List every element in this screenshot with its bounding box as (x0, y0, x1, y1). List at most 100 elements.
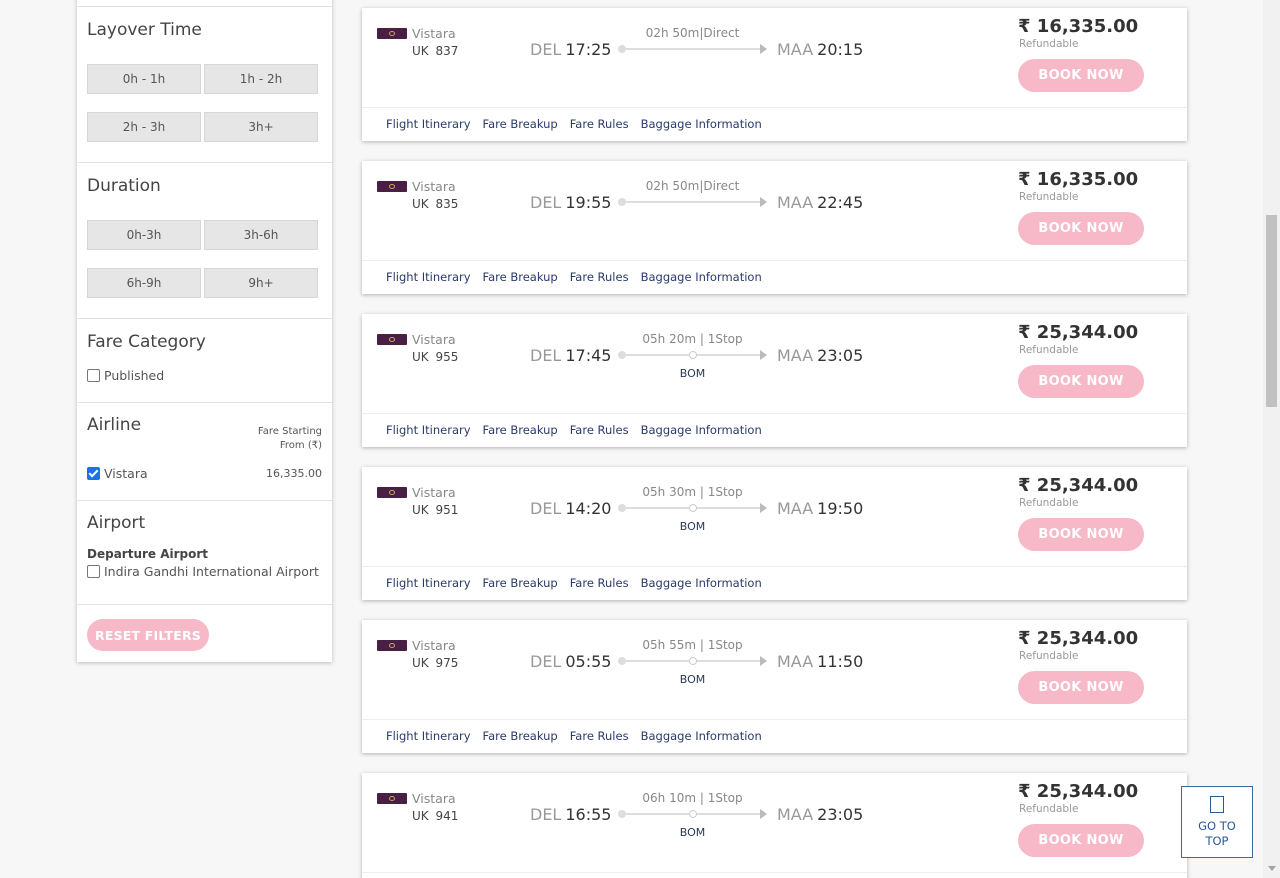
layover-title: Layover Time (87, 20, 202, 40)
duration-0-3-chip[interactable]: 0h-3h (87, 220, 201, 250)
departure: DEL 17:25 (530, 40, 611, 59)
refundable-label: Refundable (1019, 803, 1079, 815)
scroll-down-arrow-icon[interactable] (1268, 866, 1276, 871)
book-now-button[interactable]: BOOK NOW (1018, 671, 1144, 704)
arrival: MAA 23:05 (777, 346, 863, 365)
fare-price: ₹ 16,335.00 (1018, 169, 1139, 190)
departure-code: DEL (530, 346, 562, 365)
published-option[interactable]: Published (87, 368, 164, 383)
go-to-top-button[interactable]: GO TO TOP (1181, 786, 1253, 858)
reset-filters-button[interactable]: RESET FILTERS (87, 619, 209, 651)
fare-price: ₹ 25,344.00 (1018, 628, 1139, 649)
layover-2-3-chip[interactable]: 2h - 3h (87, 112, 201, 142)
reset-section: RESET FILTERS (77, 604, 332, 662)
book-now-button[interactable]: BOOK NOW (1018, 59, 1144, 92)
card-divider (362, 566, 1187, 567)
duration-9plus-chip[interactable]: 9h+ (204, 268, 318, 298)
route-line (618, 656, 767, 666)
card-link-fare-rules[interactable]: Fare Rules (570, 576, 629, 590)
stopover-airport: BOM (679, 826, 706, 839)
airline-name: Vistara (412, 638, 456, 653)
flight-number: UK 975 (412, 656, 459, 670)
layover-3plus-chip[interactable]: 3h+ (204, 112, 318, 142)
card-link-flight-itinerary[interactable]: Flight Itinerary (386, 117, 471, 131)
route-line (618, 809, 767, 819)
layover-0-1-chip[interactable]: 0h - 1h (87, 64, 201, 94)
flight-card: Vistara UK 951 DEL 14:20 05h 30m | 1Stop … (362, 467, 1187, 600)
arrival-time: 20:15 (817, 40, 864, 59)
arrival-time: 19:50 (817, 499, 864, 518)
duration-6-9-chip[interactable]: 6h-9h (87, 268, 201, 298)
duration-3-6-chip[interactable]: 3h-6h (204, 220, 318, 250)
fare-price: ₹ 16,335.00 (1018, 16, 1139, 37)
card-link-fare-rules[interactable]: Fare Rules (570, 270, 629, 284)
scrollbar-thumb[interactable] (1266, 215, 1277, 407)
flight-card: Vistara UK 975 DEL 05:55 05h 55m | 1Stop … (362, 620, 1187, 753)
square-icon (1210, 795, 1224, 813)
published-checkbox[interactable] (87, 369, 100, 382)
card-link-baggage-information[interactable]: Baggage Information (641, 270, 762, 284)
card-link-baggage-information[interactable]: Baggage Information (641, 423, 762, 437)
book-now-button[interactable]: BOOK NOW (1018, 365, 1144, 398)
card-divider (362, 260, 1187, 261)
arrow-head-icon (760, 350, 767, 360)
departure: DEL 14:20 (530, 499, 611, 518)
vistara-checkbox[interactable] (87, 467, 100, 480)
card-link-fare-breakup[interactable]: Fare Breakup (483, 729, 558, 743)
fare-category-section: Fare Category Published (77, 318, 332, 402)
fare-price: ₹ 25,344.00 (1018, 475, 1139, 496)
card-link-fare-rules[interactable]: Fare Rules (570, 423, 629, 437)
flight-number: UK 835 (412, 197, 459, 211)
flight-number: UK 837 (412, 44, 459, 58)
book-now-button[interactable]: BOOK NOW (1018, 212, 1144, 245)
fare-price: ₹ 25,344.00 (1018, 781, 1139, 802)
arrival: MAA 20:15 (777, 40, 863, 59)
arrival-code: MAA (777, 805, 814, 824)
arrow-head-icon (760, 197, 767, 207)
departure-time: 05:55 (565, 652, 612, 671)
fare-starting-from-label: Fare Starting From (₹) (257, 426, 322, 451)
vistara-option[interactable]: Vistara (87, 466, 148, 481)
card-link-fare-rules[interactable]: Fare Rules (570, 729, 629, 743)
airline-name: Vistara (412, 485, 456, 500)
card-link-baggage-information[interactable]: Baggage Information (641, 117, 762, 131)
departure: DEL 17:45 (530, 346, 611, 365)
scrollbar-track[interactable] (1263, 0, 1280, 878)
arrival-time: 23:05 (817, 346, 864, 365)
arrival: MAA 11:50 (777, 652, 863, 671)
card-link-fare-breakup[interactable]: Fare Breakup (483, 423, 558, 437)
arrival: MAA 22:45 (777, 193, 863, 212)
card-link-flight-itinerary[interactable]: Flight Itinerary (386, 423, 471, 437)
card-link-flight-itinerary[interactable]: Flight Itinerary (386, 576, 471, 590)
route-line (618, 197, 767, 207)
card-links: Flight Itinerary Fare Breakup Fare Rules Ba… (386, 423, 762, 437)
stopover-airport: BOM (679, 673, 706, 686)
departure-code: DEL (530, 193, 562, 212)
vistara-label: Vistara (104, 466, 148, 481)
igi-airport-checkbox[interactable] (87, 565, 100, 578)
layover-1-2-chip[interactable]: 1h - 2h (204, 64, 318, 94)
card-link-fare-rules[interactable]: Fare Rules (570, 117, 629, 131)
stopover-airport: BOM (679, 367, 706, 380)
duration-filter-section: Duration 0h-3h 3h-6h 6h-9h 9h+ (77, 162, 332, 318)
go-to-label: GO TO (1198, 818, 1236, 833)
card-links: Flight Itinerary Fare Breakup Fare Rules Ba… (386, 270, 762, 284)
card-link-baggage-information[interactable]: Baggage Information (641, 729, 762, 743)
airline-name: Vistara (412, 26, 456, 41)
departure-time: 17:25 (565, 40, 612, 59)
arrival: MAA 19:50 (777, 499, 863, 518)
card-link-flight-itinerary[interactable]: Flight Itinerary (386, 729, 471, 743)
book-now-button[interactable]: BOOK NOW (1018, 824, 1144, 857)
igi-airport-label: Indira Gandhi International Airport (104, 564, 319, 579)
book-now-button[interactable]: BOOK NOW (1018, 518, 1144, 551)
card-link-fare-breakup[interactable]: Fare Breakup (483, 576, 558, 590)
arrival-code: MAA (777, 652, 814, 671)
card-link-fare-breakup[interactable]: Fare Breakup (483, 117, 558, 131)
flight-number: UK 951 (412, 503, 459, 517)
route-line (618, 503, 767, 513)
card-link-flight-itinerary[interactable]: Flight Itinerary (386, 270, 471, 284)
card-link-baggage-information[interactable]: Baggage Information (641, 576, 762, 590)
flight-card: Vistara UK 837 DEL 17:25 02h 50m|Direct M… (362, 8, 1187, 141)
igi-airport-option[interactable]: Indira Gandhi International Airport (87, 564, 319, 579)
card-link-fare-breakup[interactable]: Fare Breakup (483, 270, 558, 284)
